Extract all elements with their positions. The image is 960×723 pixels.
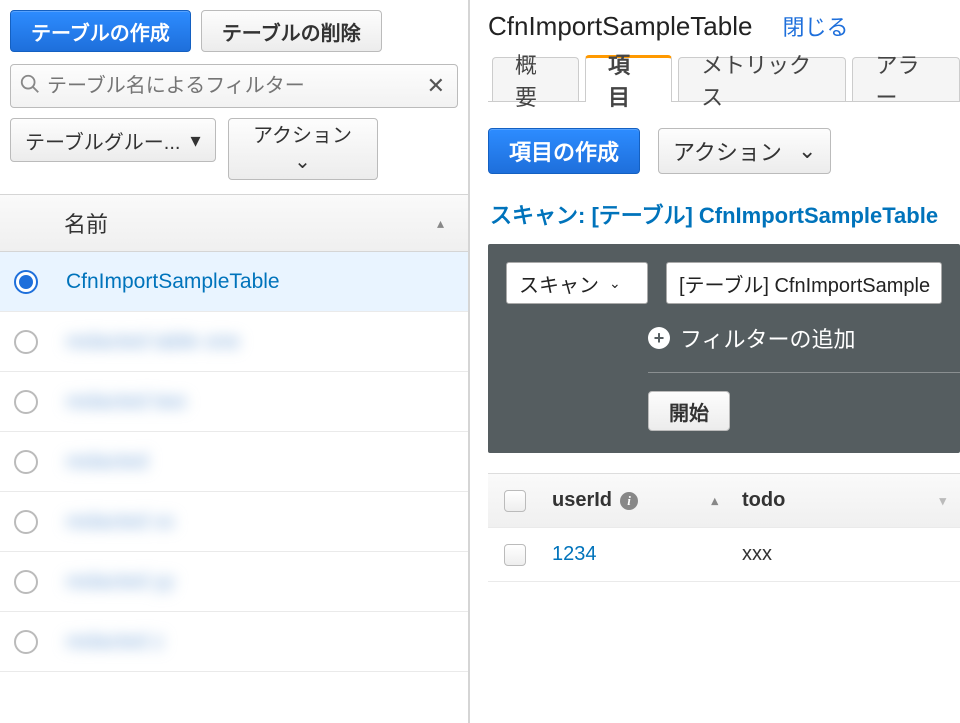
row-radio[interactable] (14, 270, 38, 294)
row-radio[interactable] (14, 330, 38, 354)
tab-0[interactable]: 概要 (492, 57, 579, 101)
table-row[interactable]: redacted z (0, 612, 468, 672)
left-panel: テーブルの作成 テーブルの削除 ✕ テーブルグルー... ▾ アクション (0, 0, 470, 723)
cell-todo: xxx (732, 543, 960, 566)
table-name-link[interactable]: CfnImportSampleTable (66, 270, 280, 294)
row-radio[interactable] (14, 390, 38, 414)
results-table: userId i ▴ todo ▾ 1234xxx (488, 473, 960, 582)
group-row: テーブルグルー... ▾ アクション ⌄ (0, 118, 468, 194)
table-row[interactable]: redacted xx (0, 492, 468, 552)
sort-asc-icon: ▴ (437, 215, 444, 232)
column-userid-label: userId (552, 489, 612, 512)
table-name-link[interactable]: redacted (66, 450, 148, 474)
chevron-down-icon: ⌄ (609, 275, 621, 292)
results-body: 1234xxx (488, 528, 960, 582)
create-table-button[interactable]: テーブルの作成 (10, 10, 191, 52)
results-header-row: userId i ▴ todo ▾ (488, 474, 960, 528)
detail-toolbar: 項目の作成 アクション ⌄ (488, 102, 960, 198)
table-filter-input[interactable] (45, 74, 423, 99)
left-toolbar: テーブルの作成 テーブルの削除 (0, 0, 468, 64)
query-row-1: スキャン ⌄ [テーブル] CfnImportSample (506, 262, 942, 304)
row-radio[interactable] (14, 510, 38, 534)
select-all-cell (488, 490, 542, 512)
row-radio[interactable] (14, 450, 38, 474)
table-row[interactable]: redacted yy (0, 552, 468, 612)
table-name-link[interactable]: redacted table one (66, 330, 240, 354)
table-list-header[interactable]: 名前 ▴ (0, 194, 468, 252)
table-group-label: テーブルグルー... (25, 126, 180, 155)
app-root: テーブルの作成 テーブルの削除 ✕ テーブルグルー... ▾ アクション (0, 0, 960, 723)
search-wrap: ✕ (10, 64, 458, 108)
row-check-cell (488, 544, 542, 566)
table-name-link[interactable]: redacted z (66, 630, 164, 654)
table-name-link[interactable]: redacted two (66, 390, 186, 414)
column-todo-header[interactable]: todo ▾ (732, 489, 960, 512)
column-userid-header[interactable]: userId i ▴ (542, 489, 732, 512)
chevron-down-icon: ▾ (190, 128, 200, 153)
clear-search-icon[interactable]: ✕ (423, 73, 449, 99)
right-panel: CfnImportSampleTable 閉じる 概要項目メトリックスアラー 項… (470, 0, 960, 723)
create-item-button[interactable]: 項目の作成 (488, 128, 640, 174)
add-filter-link[interactable]: + フィルターの追加 (648, 322, 942, 354)
right-action-dropdown[interactable]: アクション ⌄ (658, 128, 831, 174)
tab-2[interactable]: メトリックス (678, 57, 846, 101)
left-action-label: アクション (253, 124, 352, 148)
query-target-select[interactable]: [テーブル] CfnImportSample (666, 262, 942, 304)
table-row[interactable]: redacted (0, 432, 468, 492)
plus-circle-icon: + (648, 327, 670, 349)
query-panel: スキャン ⌄ [テーブル] CfnImportSample + フィルターの追加… (488, 244, 960, 453)
table-group-dropdown[interactable]: テーブルグルー... ▾ (10, 118, 216, 162)
select-all-checkbox[interactable] (504, 490, 526, 512)
query-mode-value: スキャン (519, 269, 599, 298)
row-checkbox[interactable] (504, 544, 526, 566)
left-action-button[interactable]: アクション ⌄ (228, 118, 378, 180)
sort-asc-icon: ▴ (711, 493, 718, 509)
table-list-body: CfnImportSampleTable redacted table one re… (0, 252, 468, 723)
table-row[interactable]: redacted two (0, 372, 468, 432)
detail-header: CfnImportSampleTable 閉じる (488, 0, 960, 54)
column-todo-label: todo (742, 489, 785, 512)
scan-summary[interactable]: スキャン: [テーブル] CfnImportSampleTable (488, 198, 960, 244)
table-row[interactable]: CfnImportSampleTable (0, 252, 468, 312)
start-scan-button[interactable]: 開始 (648, 391, 730, 431)
query-target-value: [テーブル] CfnImportSample (679, 269, 930, 298)
row-radio[interactable] (14, 570, 38, 594)
table-name-link[interactable]: redacted yy (66, 570, 175, 594)
tab-1[interactable]: 項目 (585, 55, 672, 102)
add-filter-label: フィルターの追加 (680, 322, 856, 354)
chevron-down-icon: ⌄ (792, 138, 817, 164)
result-row[interactable]: 1234xxx (488, 528, 960, 582)
info-icon[interactable]: i (620, 492, 638, 510)
detail-title: CfnImportSampleTable (488, 11, 752, 42)
query-divider (648, 372, 960, 373)
close-link[interactable]: 閉じる (782, 10, 848, 42)
table-row[interactable]: redacted table one (0, 312, 468, 372)
column-name-header: 名前 (64, 207, 108, 239)
right-action-label: アクション (673, 135, 782, 167)
detail-tabs: 概要項目メトリックスアラー (488, 54, 960, 102)
query-mode-select[interactable]: スキャン ⌄ (506, 262, 648, 304)
table-name-link[interactable]: redacted xx (66, 510, 175, 534)
chevron-down-icon: ⌄ (294, 150, 311, 174)
search-icon (19, 73, 41, 99)
tab-3[interactable]: アラー (852, 57, 960, 101)
filter-row: ✕ (0, 64, 468, 118)
delete-table-button[interactable]: テーブルの削除 (201, 10, 382, 52)
row-radio[interactable] (14, 630, 38, 654)
sort-neutral-icon: ▾ (939, 493, 946, 509)
cell-userid[interactable]: 1234 (542, 543, 732, 566)
